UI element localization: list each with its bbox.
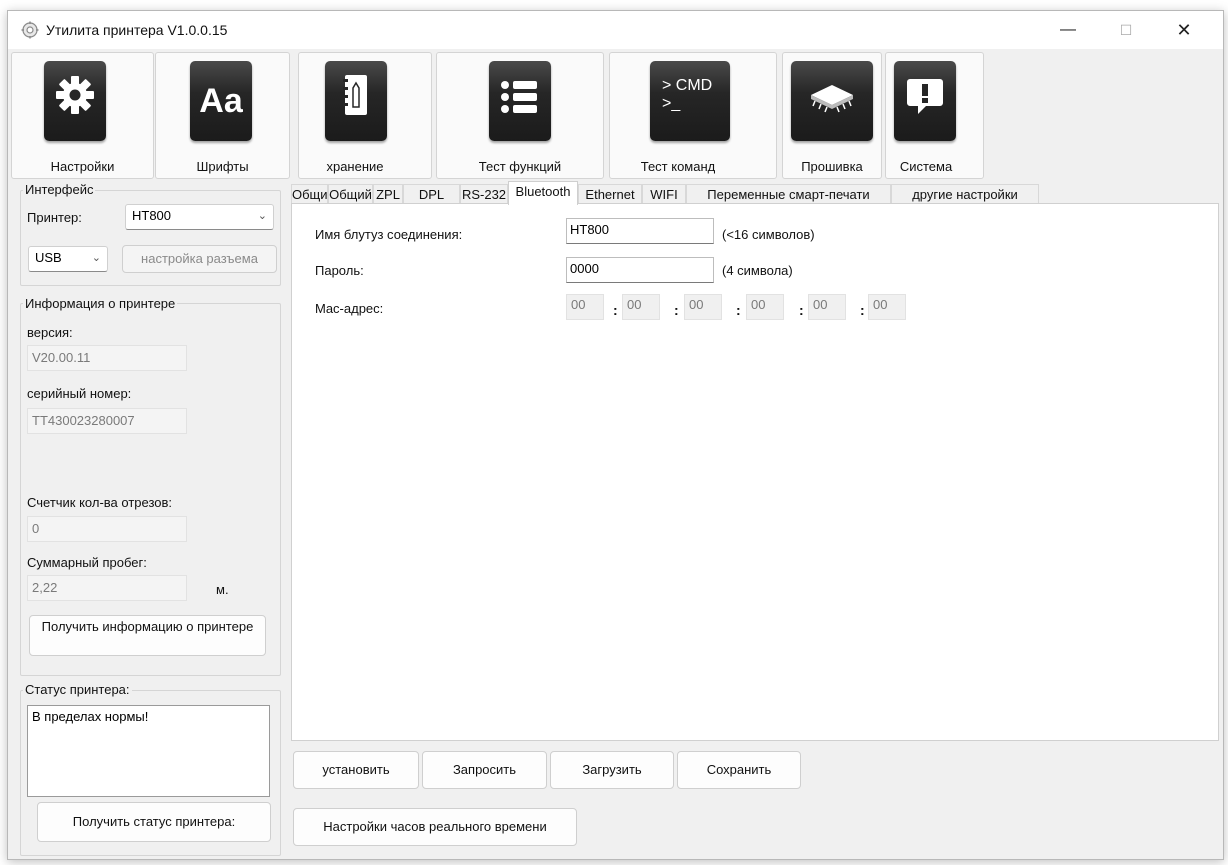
tab-zpl[interactable]: ZPL: [373, 184, 403, 204]
mac-octet-2: 00: [622, 294, 660, 320]
tab-bluetooth[interactable]: Bluetooth: [508, 181, 578, 205]
title-bar: Утилита принтера V1.0.0.15 — ☐ ✕: [8, 11, 1223, 49]
mac-octet-5: 00: [808, 294, 846, 320]
query-button[interactable]: Запросить: [422, 751, 547, 789]
serial-field: TT430023280007: [27, 408, 187, 434]
gear-icon: [44, 61, 106, 141]
chip-icon: [791, 61, 873, 141]
mac-octet-4: 00: [746, 294, 784, 320]
close-icon: ✕: [1176, 20, 1192, 40]
tab-wifi[interactable]: WIFI: [642, 184, 686, 204]
mac-octet-6: 00: [868, 294, 906, 320]
printer-select-value: HT800: [132, 208, 172, 223]
bt-password-hint: (4 символа): [722, 263, 793, 278]
mac-separator: :: [674, 302, 679, 318]
app-window: Утилита принтера V1.0.0.15 — ☐ ✕ Настрой…: [7, 10, 1224, 860]
window-title: Утилита принтера V1.0.0.15: [46, 22, 228, 38]
status-textbox[interactable]: В пределах нормы!: [27, 705, 270, 797]
toolbar-system-label: Система: [899, 159, 953, 174]
bt-password-label: Пароль:: [315, 263, 364, 278]
toolbar-settings-label: Настройки: [50, 159, 115, 174]
port-select[interactable]: USB ⌄: [28, 246, 108, 272]
port-settings-button[interactable]: настройка разъема: [122, 245, 277, 273]
maximize-button[interactable]: ☐: [1102, 11, 1150, 49]
toolbar-function-test-button[interactable]: Тест функций: [436, 52, 604, 179]
tab-ethernet[interactable]: Ethernet: [578, 184, 642, 204]
toolbar-storage-button[interactable]: хранение: [298, 52, 432, 179]
toolbar-firmware-button[interactable]: Прошивка: [782, 52, 882, 179]
version-label: версия:: [27, 325, 73, 340]
font-icon: Aa: [190, 61, 252, 141]
cut-counter-label: Счетчик кол-ва отрезов:: [27, 495, 173, 510]
get-printer-info-button[interactable]: Получить информацию о принтере: [29, 615, 266, 656]
set-button[interactable]: установить: [293, 751, 419, 789]
mileage-field: 2,22: [27, 575, 187, 601]
toolbar-fonts-label: Шрифты: [196, 159, 249, 174]
mileage-label: Суммарный пробег:: [27, 555, 147, 570]
alert-icon: [894, 61, 956, 141]
cmd-icon-line1: > CMD: [662, 77, 713, 94]
toolbar-storage-label: хранение: [326, 159, 384, 174]
printer-label: Принтер:: [27, 210, 82, 225]
toolbar-system-button[interactable]: Система: [885, 52, 984, 179]
chevron-down-icon: ⌄: [91, 252, 101, 264]
mac-octet-3: 00: [684, 294, 722, 320]
tab-other-settings[interactable]: другие настройки: [891, 184, 1039, 204]
port-select-value: USB: [35, 250, 62, 265]
list-icon: [489, 61, 551, 141]
minimize-icon: —: [1060, 21, 1076, 38]
bluetooth-panel: [291, 203, 1219, 741]
toolbar-function-test-label: Тест функций: [478, 159, 562, 174]
mileage-unit: м.: [216, 582, 229, 597]
version-field: V20.00.11: [27, 345, 187, 371]
tab-rs232[interactable]: RS-232: [460, 184, 508, 204]
cmd-icon-line2: >_: [662, 95, 681, 112]
toolbar-settings-button[interactable]: Настройки: [11, 52, 154, 179]
get-printer-status-button[interactable]: Получить статус принтера:: [37, 802, 271, 842]
toolbar-fonts-button[interactable]: Aa Шрифты: [155, 52, 290, 179]
printer-info-group-title: Информация о принтере: [23, 296, 178, 311]
serial-label: серийный номер:: [27, 386, 132, 401]
toolbar-command-test-label: Тест команд: [640, 159, 716, 174]
mac-separator: :: [736, 302, 741, 318]
mac-separator: :: [860, 302, 865, 318]
tab-general-2[interactable]: Общий: [328, 184, 373, 204]
mac-separator: :: [799, 302, 804, 318]
toolbar-command-test-button[interactable]: > CMD >_ Тест команд: [609, 52, 777, 179]
bt-name-label: Имя блутуз соединения:: [315, 227, 463, 242]
notebook-icon: [325, 61, 387, 141]
chevron-down-icon: ⌄: [257, 210, 267, 222]
mac-octet-1: 00: [566, 294, 604, 320]
settings-tabs: Общий Общий ZPL DPL RS-232 Bluetooth Eth…: [291, 181, 1221, 205]
cmd-icon: > CMD >_: [650, 61, 730, 141]
rtc-settings-button[interactable]: Настройки часов реального времени: [293, 808, 577, 846]
bt-name-hint: (<16 символов): [722, 227, 815, 242]
mac-label: Mac-адрес:: [315, 301, 384, 316]
printer-app-icon: [21, 21, 39, 39]
bt-password-input[interactable]: 0000: [566, 257, 714, 283]
tab-general-1[interactable]: Общий: [291, 184, 335, 204]
save-button[interactable]: Сохранить: [677, 751, 801, 789]
mac-separator: :: [613, 302, 618, 318]
toolbar-firmware-label: Прошивка: [801, 159, 863, 174]
interface-group-title: Интерфейс: [23, 182, 96, 197]
tab-dpl[interactable]: DPL: [403, 184, 460, 204]
minimize-button[interactable]: —: [1044, 11, 1092, 49]
maximize-icon: ☐: [1119, 22, 1133, 38]
close-button[interactable]: ✕: [1160, 11, 1208, 49]
toolbar: Настройки Aa Шрифты хранение Тест функци…: [8, 49, 1223, 181]
printer-select[interactable]: HT800 ⌄: [125, 204, 274, 230]
bt-name-input[interactable]: HT800: [566, 218, 714, 244]
printer-status-group-title: Статус принтера:: [23, 682, 132, 697]
load-button[interactable]: Загрузить: [550, 751, 674, 789]
tab-smart-print-variables[interactable]: Переменные смарт-печати: [686, 184, 891, 204]
cut-counter-field: 0: [27, 516, 187, 542]
